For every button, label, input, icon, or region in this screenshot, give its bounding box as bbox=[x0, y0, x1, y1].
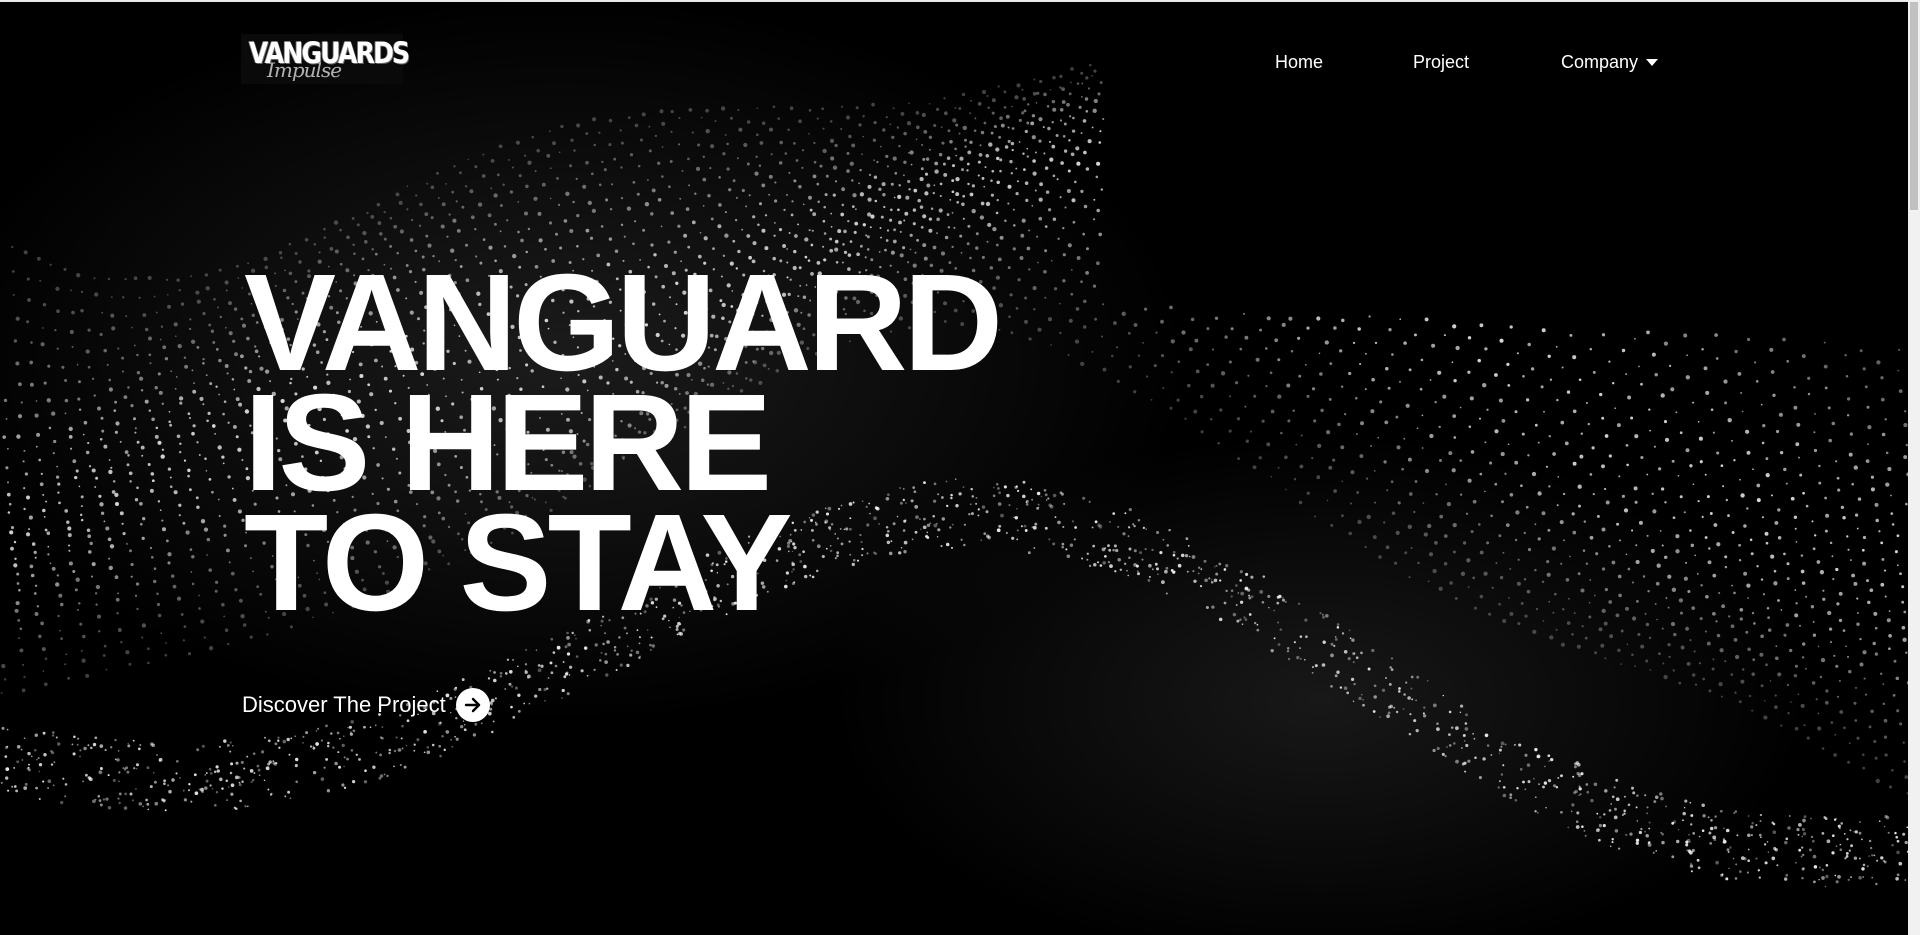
nav-company-dropdown[interactable]: Company bbox=[1561, 50, 1659, 74]
top-border bbox=[0, 0, 1908, 2]
nav-project[interactable]: Project bbox=[1413, 50, 1469, 74]
nav-company-label: Company bbox=[1561, 51, 1639, 72]
scrollbar-thumb[interactable] bbox=[1910, 2, 1918, 210]
discover-project-label: Discover The Project bbox=[242, 692, 446, 717]
arrow-right-icon[interactable] bbox=[455, 688, 490, 722]
hero-line-1: VANGUARD bbox=[244, 246, 1003, 400]
hero-line-3: TO STAY bbox=[244, 486, 793, 640]
page-viewport: VANGUARDS Impulse Home Project Company V… bbox=[0, 0, 1920, 935]
discover-project-link[interactable]: Discover The Project bbox=[242, 688, 490, 722]
page-scrollbar[interactable] bbox=[1908, 0, 1920, 935]
hero-line-2: IS HERE bbox=[244, 366, 772, 520]
caret-down-icon bbox=[1646, 58, 1659, 66]
logo-script-text: Impulse bbox=[267, 58, 342, 82]
nav-project-label: Project bbox=[1413, 51, 1470, 72]
nav-home[interactable]: Home bbox=[1275, 50, 1323, 74]
nav-home-label: Home bbox=[1275, 51, 1324, 72]
site-logo[interactable]: VANGUARDS Impulse bbox=[241, 34, 410, 84]
hero-heading: VANGUARD IS HERE TO STAY bbox=[244, 246, 1003, 640]
